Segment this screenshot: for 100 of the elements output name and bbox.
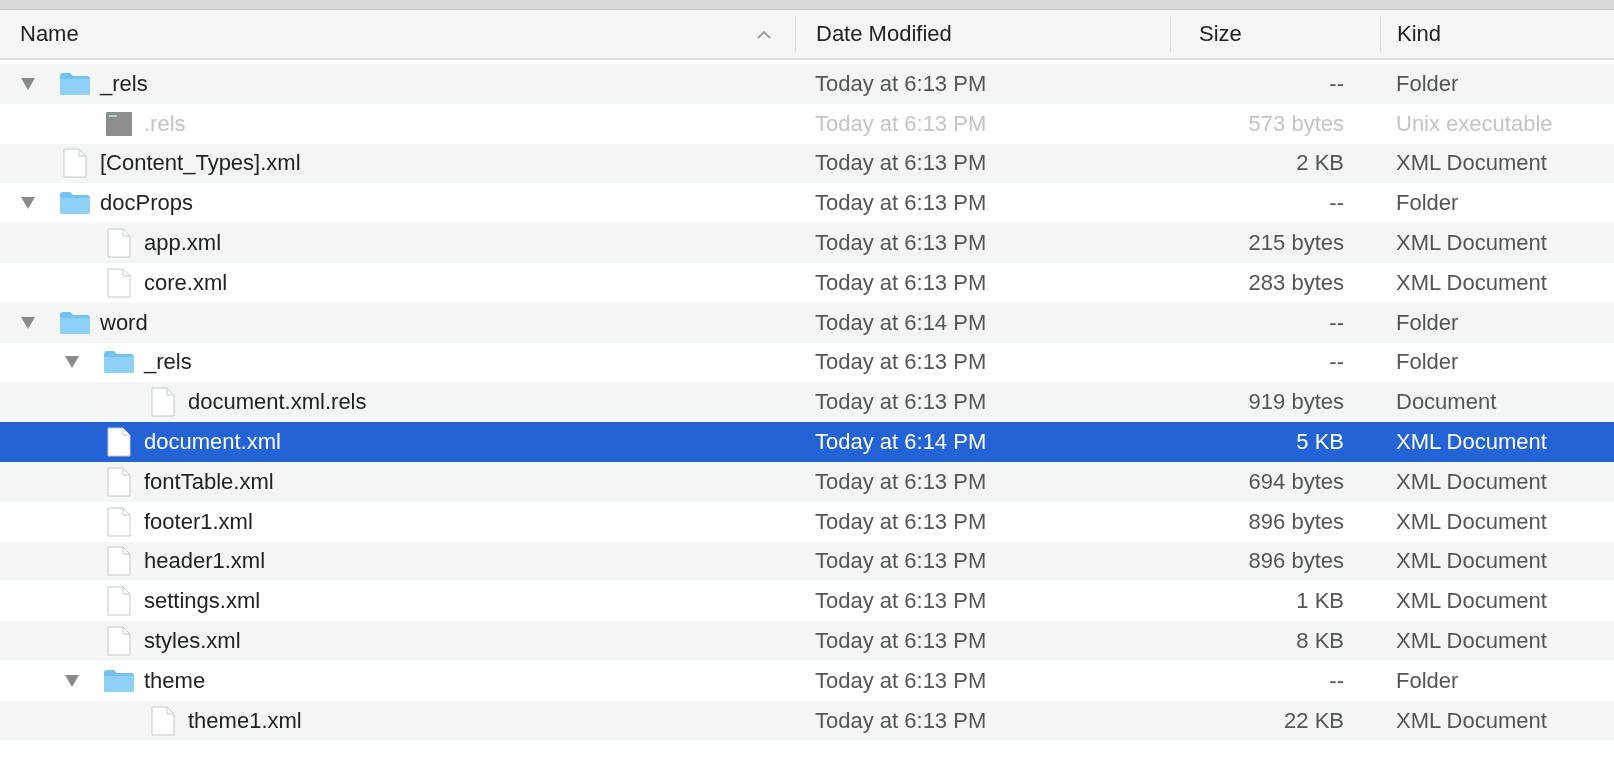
- file-name: _rels: [100, 70, 148, 97]
- document-icon: [107, 267, 131, 298]
- expanded-triangle-icon[interactable]: [20, 76, 36, 91]
- file-kind: Folder: [1396, 349, 1459, 375]
- file-name: _rels: [144, 349, 192, 376]
- document-icon: [107, 427, 131, 458]
- document-icon: [151, 705, 175, 736]
- document-icon: [151, 387, 175, 418]
- file-name: styles.xml: [144, 628, 241, 655]
- file-size: --: [1329, 70, 1344, 96]
- file-name: .rels: [144, 110, 186, 137]
- file-name: theme1.xml: [188, 707, 302, 734]
- file-row[interactable]: document.xml.rels Today at 6:13 PM 919 bytes Document: [0, 382, 1614, 423]
- document-icon: [107, 626, 131, 657]
- date-modified: Today at 6:13 PM: [815, 349, 987, 375]
- file-size: 573 bytes: [1248, 110, 1344, 136]
- file-row[interactable]: document.xml Today at 6:14 PM 5 KB XML Document: [0, 422, 1614, 462]
- date-modified: Today at 6:13 PM: [815, 230, 987, 256]
- file-kind: Unix executable: [1396, 110, 1553, 136]
- file-kind: Folder: [1396, 190, 1459, 216]
- date-modified: Today at 6:13 PM: [815, 70, 987, 96]
- file-name: docProps: [100, 190, 193, 217]
- file-size: 919 bytes: [1248, 389, 1344, 415]
- document-icon: [63, 148, 87, 179]
- expanded-triangle-icon[interactable]: [64, 355, 80, 370]
- file-row[interactable]: styles.xml Today at 6:13 PM 8 KB XML Document: [0, 621, 1614, 661]
- file-kind: XML Document: [1396, 269, 1547, 295]
- file-kind: Folder: [1396, 70, 1459, 96]
- file-row[interactable]: _rels Today at 6:13 PM -- Folder: [0, 64, 1614, 104]
- file-kind: Document: [1396, 389, 1497, 415]
- file-size: --: [1329, 349, 1344, 375]
- folder-icon: [59, 310, 91, 335]
- file-kind: XML Document: [1396, 150, 1547, 176]
- file-row[interactable]: app.xml Today at 6:13 PM 215 bytes XML Document: [0, 223, 1614, 263]
- folder-icon: [59, 71, 91, 96]
- expanded-triangle-icon[interactable]: [20, 196, 36, 211]
- file-size: 1 KB: [1296, 588, 1344, 614]
- expanded-triangle-icon[interactable]: [64, 673, 80, 688]
- file-kind: XML Document: [1396, 707, 1547, 733]
- file-row[interactable]: fontTable.xml Today at 6:13 PM 694 bytes XML Document: [0, 461, 1614, 502]
- file-name: app.xml: [144, 230, 222, 257]
- file-name: fontTable.xml: [144, 468, 274, 495]
- file-name: header1.xml: [144, 548, 266, 575]
- file-size: 896 bytes: [1248, 548, 1344, 574]
- file-kind: XML Document: [1396, 230, 1547, 256]
- file-name: document.xml.rels: [188, 389, 367, 416]
- file-name: core.xml: [144, 269, 228, 296]
- file-size: 283 bytes: [1248, 269, 1344, 295]
- document-icon: [107, 546, 131, 577]
- date-modified: Today at 6:13 PM: [815, 468, 987, 494]
- document-icon: [107, 586, 131, 617]
- column-header[interactable]: Kind: [1380, 16, 1614, 52]
- document-icon: [107, 506, 131, 537]
- file-kind: Folder: [1396, 309, 1459, 335]
- sort-caret-icon: [757, 29, 771, 39]
- file-kind: Folder: [1396, 667, 1459, 693]
- date-modified: Today at 6:13 PM: [815, 667, 987, 693]
- file-name: footer1.xml: [144, 508, 253, 535]
- date-modified: Today at 6:13 PM: [815, 508, 987, 534]
- file-size: --: [1329, 667, 1344, 693]
- file-name: [Content_Types].xml: [100, 150, 301, 177]
- expanded-triangle-icon[interactable]: [20, 315, 36, 330]
- date-modified: Today at 6:13 PM: [815, 110, 987, 136]
- file-row[interactable]: word Today at 6:14 PM -- Folder: [0, 302, 1614, 343]
- file-size: 5 KB: [1296, 429, 1344, 455]
- date-modified: Today at 6:13 PM: [815, 548, 987, 574]
- file-row[interactable]: header1.xml Today at 6:13 PM 896 bytes XML Document: [0, 541, 1614, 582]
- document-icon: [107, 466, 131, 497]
- file-name: word: [100, 309, 148, 336]
- terminal-icon: [105, 110, 133, 137]
- file-row[interactable]: theme1.xml Today at 6:13 PM 22 KB XML Document: [0, 700, 1614, 741]
- file-name: theme: [144, 667, 206, 694]
- date-modified: Today at 6:13 PM: [815, 628, 987, 654]
- file-size: 896 bytes: [1248, 508, 1344, 534]
- date-modified: Today at 6:14 PM: [815, 309, 987, 335]
- file-kind: XML Document: [1396, 588, 1547, 614]
- file-row[interactable]: [Content_Types].xml Today at 6:13 PM 2 KB XML Document: [0, 143, 1614, 184]
- folder-icon: [59, 191, 91, 216]
- date-modified: Today at 6:13 PM: [815, 707, 987, 733]
- date-modified: Today at 6:13 PM: [815, 150, 987, 176]
- folder-icon: [103, 350, 135, 375]
- file-name: document.xml: [144, 429, 281, 456]
- column-header[interactable]: Date Modified: [795, 16, 1170, 52]
- date-modified: Today at 6:13 PM: [815, 389, 987, 415]
- date-modified: Today at 6:14 PM: [815, 429, 987, 455]
- file-kind: XML Document: [1396, 548, 1547, 574]
- date-modified: Today at 6:13 PM: [815, 588, 987, 614]
- folder-icon: [103, 668, 135, 693]
- file-size: 694 bytes: [1248, 468, 1344, 494]
- file-kind: XML Document: [1396, 508, 1547, 534]
- file-size: 8 KB: [1296, 628, 1344, 654]
- file-size: 22 KB: [1284, 707, 1344, 733]
- file-size: 2 KB: [1296, 150, 1344, 176]
- document-icon: [107, 228, 131, 259]
- file-size: --: [1329, 190, 1344, 216]
- date-modified: Today at 6:13 PM: [815, 269, 987, 295]
- column-header[interactable]: Size: [1170, 16, 1380, 52]
- file-size: 215 bytes: [1248, 230, 1344, 256]
- column-header[interactable]: Name: [0, 16, 795, 52]
- file-size: --: [1329, 309, 1344, 335]
